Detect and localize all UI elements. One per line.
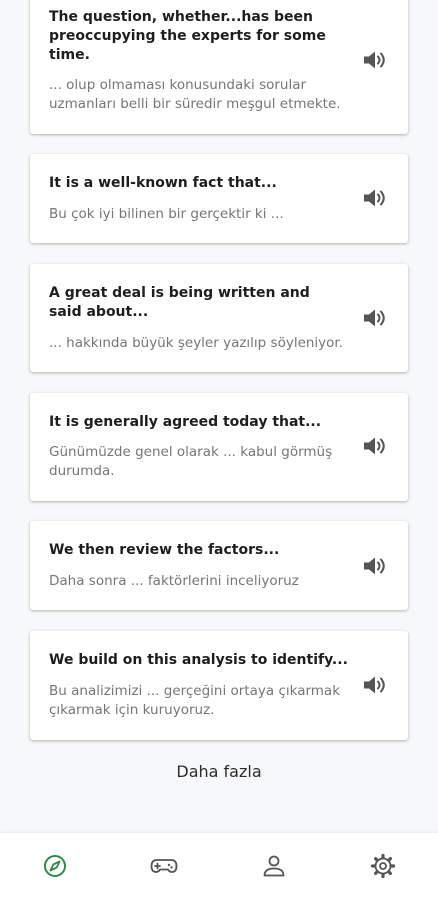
speaker-icon[interactable] <box>362 674 388 696</box>
phrase-english: A great deal is being written and said a… <box>49 285 310 320</box>
speaker-icon[interactable] <box>362 555 388 577</box>
speaker-icon[interactable] <box>362 435 388 457</box>
bottom-nav <box>0 833 438 900</box>
phrase-list: The question, whether...has been preoccu… <box>0 0 438 833</box>
phrase-turkish: Bu analizimizi ... gerçeğini ortaya çıka… <box>49 683 341 718</box>
phrase-card[interactable]: We build on this analysis to identify...… <box>30 631 408 740</box>
phrase-turkish: Bu çok iyi bilinen bir gerçektir ki ... <box>49 206 284 222</box>
phrase-turkish: Daha sonra ... faktörlerini inceliyoruz <box>49 573 299 589</box>
gamepad-icon[interactable] <box>149 851 179 881</box>
phrase-card[interactable]: The question, whether...has been preoccu… <box>30 0 408 134</box>
compass-icon[interactable] <box>40 851 70 881</box>
speaker-icon[interactable] <box>362 49 388 71</box>
phrase-card[interactable]: We then review the factors... Daha sonra… <box>30 521 408 610</box>
phrase-english: We then review the factors... <box>49 542 280 558</box>
speaker-icon[interactable] <box>362 307 388 329</box>
phrase-english: The question, whether...has been preoccu… <box>49 9 326 63</box>
phrase-english: It is a well-known fact that... <box>49 175 277 191</box>
phrase-card[interactable]: It is generally agreed today that... Gün… <box>30 393 408 501</box>
phrase-turkish: ... olup olmaması konusundaki sorular uz… <box>49 77 341 112</box>
phrase-turkish: ... hakkında büyük şeyler yazılıp söylen… <box>49 335 344 351</box>
phrase-turkish: Günümüzde genel olarak ... kabul görmüş … <box>49 444 333 479</box>
phrase-card[interactable]: It is a well-known fact that... Bu çok i… <box>30 154 408 243</box>
gear-icon[interactable] <box>368 851 398 881</box>
person-icon[interactable] <box>259 851 289 881</box>
phrase-english: It is generally agreed today that... <box>49 414 322 430</box>
phrase-english: We build on this analysis to identify... <box>49 652 348 668</box>
speaker-icon[interactable] <box>362 187 388 209</box>
phrase-card[interactable]: A great deal is being written and said a… <box>30 264 408 372</box>
more-button[interactable]: Daha fazla <box>0 762 438 781</box>
